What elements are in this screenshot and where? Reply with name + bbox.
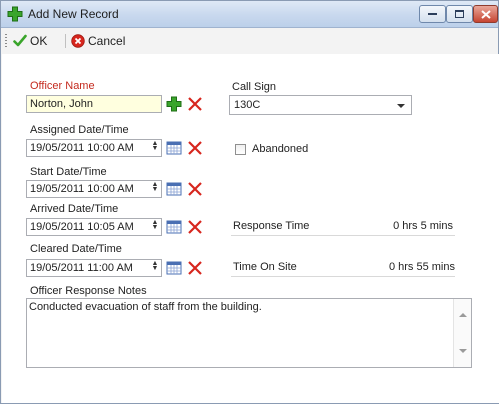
start-datetime-label: Start Date/Time	[30, 166, 107, 178]
cancel-button[interactable]: Cancel	[71, 33, 125, 49]
response-time-divider	[231, 235, 455, 236]
add-officer-icon[interactable]	[166, 96, 182, 112]
minimize-icon	[428, 12, 437, 15]
assigned-calendar-icon[interactable]	[166, 140, 182, 156]
abandoned-checkbox[interactable]	[235, 144, 246, 155]
clear-arrived-icon[interactable]	[187, 219, 203, 235]
abandoned-label: Abandoned	[252, 143, 309, 155]
ok-button[interactable]: OK	[13, 33, 47, 49]
arrived-datetime-field[interactable]: 19/05/2011 10:05 AM	[26, 218, 162, 236]
officer-name-field[interactable]: Norton, John	[26, 95, 162, 113]
cleared-spinner-icon[interactable]: ▲ ▼	[151, 260, 159, 275]
call-sign-dropdown[interactable]: 130C	[229, 95, 412, 115]
maximize-button[interactable]	[446, 5, 473, 23]
arrived-calendar-icon[interactable]	[166, 219, 182, 235]
assigned-spinner-icon[interactable]: ▲ ▼	[151, 140, 159, 155]
officer-response-notes-label: Officer Response Notes	[30, 285, 147, 297]
scroll-up-icon[interactable]	[459, 313, 467, 317]
start-spinner-icon[interactable]: ▲ ▼	[151, 181, 159, 196]
form-area: Officer Name Norton, John Call Sign 130C…	[2, 54, 499, 403]
officer-response-notes-field[interactable]: Conducted evacuation of staff from the b…	[26, 298, 472, 368]
response-time-label: Response Time	[233, 220, 310, 232]
chevron-down-icon	[397, 104, 405, 108]
clear-officer-icon[interactable]	[187, 96, 203, 112]
clear-start-icon[interactable]	[187, 181, 203, 197]
time-on-site-value: 0 hrs 55 mins	[388, 261, 455, 273]
assigned-datetime-field[interactable]: 19/05/2011 10:00 AM	[26, 139, 162, 157]
call-sign-value: 130C	[234, 99, 261, 111]
arrived-spinner-icon[interactable]: ▲ ▼	[151, 219, 159, 234]
toolbar-separator	[65, 34, 66, 48]
close-button[interactable]	[473, 5, 498, 23]
window-title: Add New Record	[28, 7, 119, 21]
scroll-down-icon[interactable]	[459, 349, 467, 353]
close-icon	[480, 9, 491, 19]
green-check-icon	[13, 34, 27, 47]
clear-cleared-icon[interactable]	[187, 260, 203, 276]
title-bar: Add New Record	[1, 1, 498, 28]
maximize-icon	[455, 10, 464, 18]
assigned-datetime-label: Assigned Date/Time	[30, 124, 129, 136]
start-datetime-field[interactable]: 19/05/2011 10:00 AM	[26, 180, 162, 198]
add-record-window: Add New Record OK Cancel Officer Name No…	[0, 0, 499, 404]
notes-text: Conducted evacuation of staff from the b…	[29, 301, 262, 313]
call-sign-label: Call Sign	[232, 81, 277, 93]
minimize-button[interactable]	[419, 5, 446, 23]
time-on-site-divider	[231, 276, 455, 277]
toolbar-grip[interactable]	[5, 34, 7, 48]
cleared-datetime-field[interactable]: 19/05/2011 11:00 AM	[26, 259, 162, 277]
cleared-datetime-label: Cleared Date/Time	[30, 243, 122, 255]
notes-scrollbar[interactable]	[453, 299, 471, 367]
ok-label: OK	[30, 34, 48, 48]
cleared-calendar-icon[interactable]	[166, 260, 182, 276]
start-calendar-icon[interactable]	[166, 181, 182, 197]
response-time-value: 0 hrs 5 mins	[393, 220, 453, 232]
cancel-label: Cancel	[88, 34, 126, 48]
officer-name-label: Officer Name	[30, 80, 95, 92]
green-plus-icon	[7, 6, 23, 22]
time-on-site-label: Time On Site	[233, 261, 297, 273]
arrived-datetime-label: Arrived Date/Time	[30, 203, 119, 215]
clear-assigned-icon[interactable]	[187, 140, 203, 156]
red-cancel-icon	[71, 34, 85, 48]
toolbar: OK Cancel	[1, 28, 498, 54]
